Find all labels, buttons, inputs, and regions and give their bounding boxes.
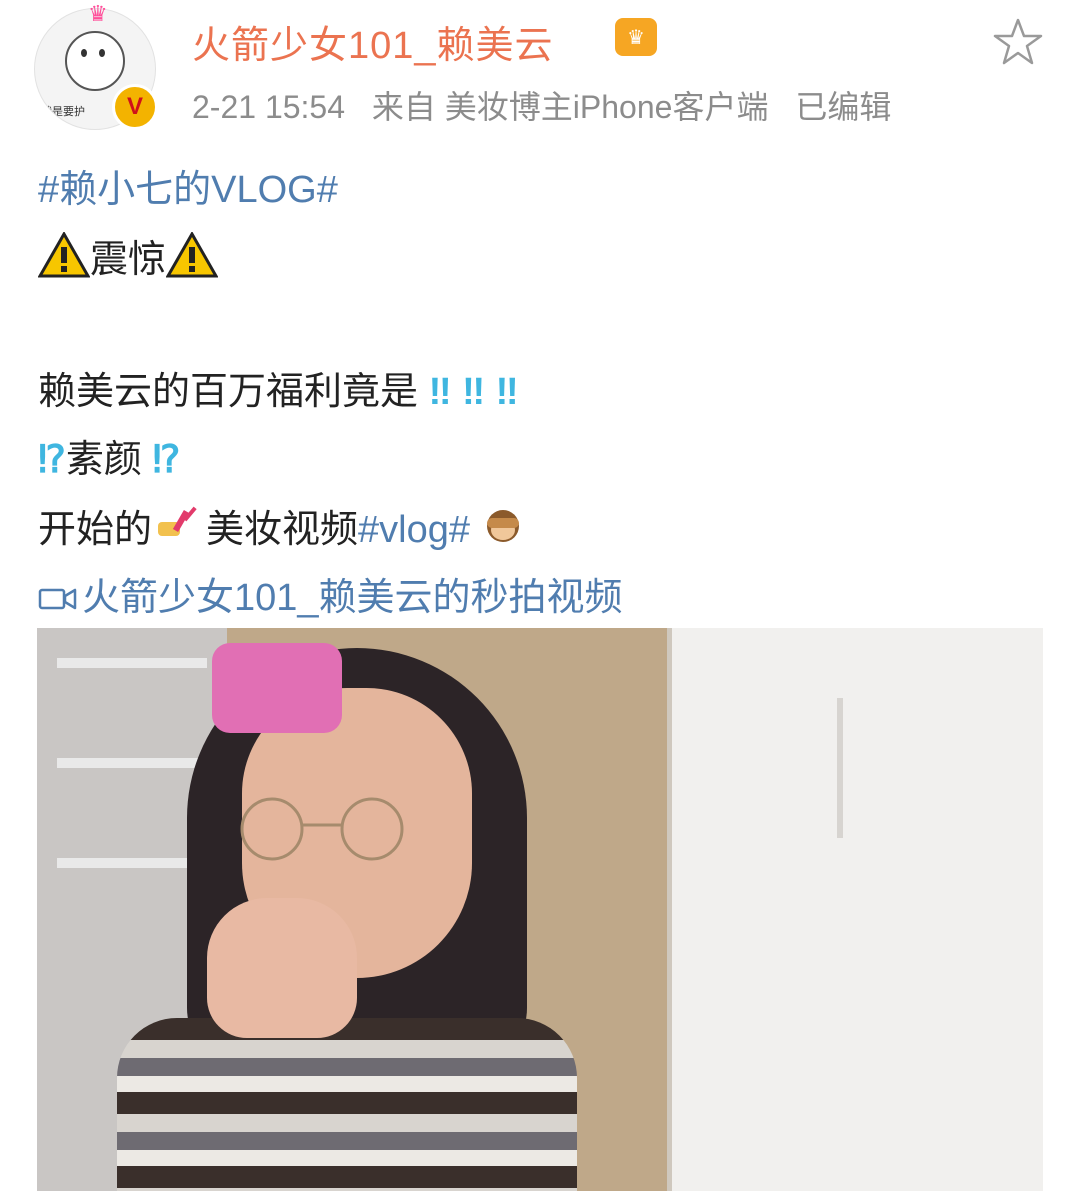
double-exclamation-icon: ‼ <box>495 371 519 413</box>
double-exclamation-icon: ‼ <box>428 371 452 413</box>
topic-tag[interactable]: #赖小七的VLOG# <box>38 158 338 213</box>
crown-icon: ♛ <box>88 2 108 27</box>
video-camera-icon <box>38 581 78 624</box>
welfare-line: 赖美云的百万福利竟是 ‼ ‼ ‼ <box>38 360 519 415</box>
makeup-free-text: 素颜 <box>65 439 142 481</box>
avatar-caption: 就是要护 <box>41 105 85 118</box>
video-link-text: 火箭少女101_赖美云的秒拍视频 <box>82 577 623 619</box>
shock-text: 震惊 <box>90 239 167 281</box>
verified-badge: V <box>112 84 158 130</box>
double-exclamation-icon: ‼ <box>462 371 486 413</box>
see-no-evil-monkey-icon <box>481 504 525 553</box>
post-meta: 2-21 15:54 来自 美妆博主iPhone客户端 已编辑 <box>192 82 909 128</box>
post-time: 2-21 15:54 <box>192 89 346 125</box>
weibo-post: 就是要护 ♛ V 火箭少女101_赖美云 ♛ 2-21 15:54 来自 美妆博… <box>0 0 1080 1191</box>
interrobang-icon: ⁉ <box>38 439 66 481</box>
makeup-free-line: ⁉素颜 ⁉ <box>38 428 180 483</box>
username[interactable]: 火箭少女101_赖美云 <box>192 14 554 69</box>
welfare-text: 赖美云的百万福利竟是 <box>38 371 419 413</box>
vlog-middle: 美妆视频 <box>206 509 359 551</box>
nail-polish-icon <box>152 504 206 553</box>
cabinet-door <box>672 628 1043 1191</box>
star-icon[interactable] <box>988 12 1048 72</box>
video-thumbnail[interactable] <box>37 628 1043 1191</box>
vlog-line: 开始的 美妆视频#vlog# <box>38 498 525 553</box>
interrobang-icon: ⁉ <box>152 439 181 481</box>
hand <box>207 898 357 1038</box>
vlog-tag[interactable]: #vlog# <box>358 509 470 551</box>
hair-curler <box>212 643 342 733</box>
post-source[interactable]: 来自 美妆博主iPhone客户端 <box>372 89 769 125</box>
vip-crown-icon: ♛ <box>615 18 657 56</box>
edited-label: 已编辑 <box>795 89 892 125</box>
video-link[interactable]: 火箭少女101_赖美云的秒拍视频 <box>38 566 623 624</box>
warning-icon <box>165 230 219 288</box>
warning-icon <box>37 230 91 288</box>
striped-sweater <box>117 1018 577 1191</box>
glasses <box>240 797 404 861</box>
vlog-prefix: 开始的 <box>38 509 153 551</box>
shock-line: 震惊 <box>37 228 219 288</box>
